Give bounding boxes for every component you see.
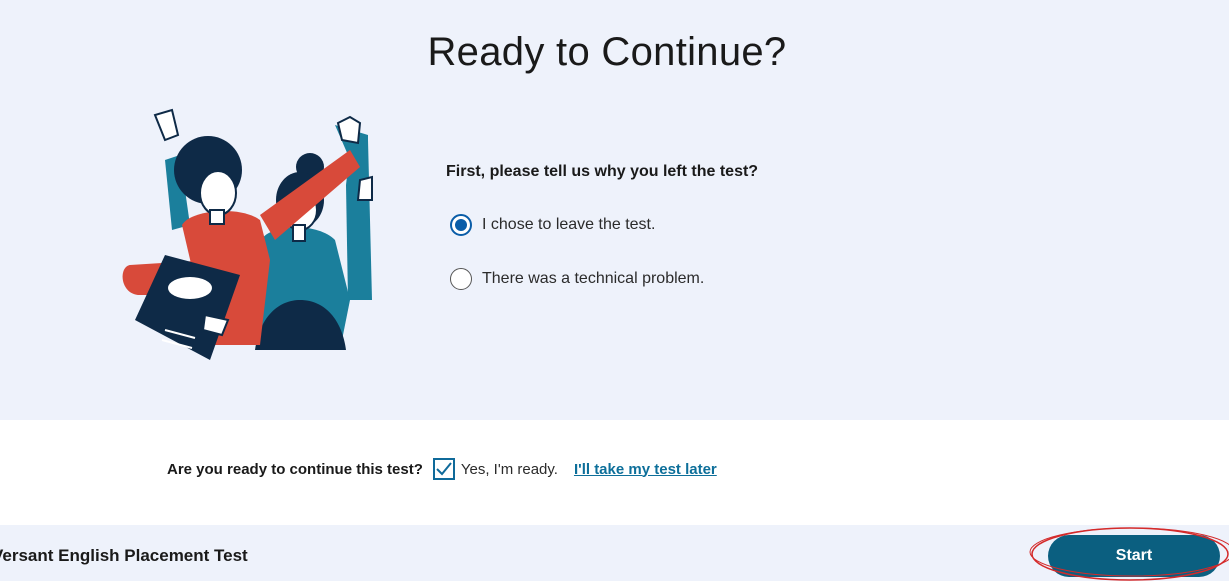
option-label: I chose to leave the test. xyxy=(482,216,656,233)
radio-unselected-icon[interactable] xyxy=(450,268,472,290)
main-panel: Ready to Continue? First, please tell us… xyxy=(0,0,1229,420)
option-label: There was a technical problem. xyxy=(482,270,705,287)
checkmark-icon xyxy=(436,462,452,476)
ready-question: Are you ready to continue this test? xyxy=(167,460,423,478)
test-name: Versant English Placement Test xyxy=(0,546,248,565)
ready-checkbox-label: Yes, I'm ready. xyxy=(460,460,558,478)
take-test-later-link[interactable]: I'll take my test later xyxy=(574,461,717,478)
footer-bar: Versant English Placement Test Start xyxy=(0,525,1229,581)
start-button[interactable]: Start xyxy=(1048,535,1220,577)
leave-reason-question: First, please tell us why you left the t… xyxy=(446,163,759,180)
radio-selected-icon[interactable] xyxy=(450,214,472,236)
page-title: Ready to Continue? xyxy=(427,30,787,74)
option-chose-to-leave[interactable]: I chose to leave the test. xyxy=(450,214,655,236)
option-technical-problem[interactable]: There was a technical problem. xyxy=(450,268,704,290)
people-illustration xyxy=(122,108,373,360)
ready-checkbox[interactable] xyxy=(432,458,455,480)
ready-confirmation: Are you ready to continue this test? Yes… xyxy=(167,458,717,480)
